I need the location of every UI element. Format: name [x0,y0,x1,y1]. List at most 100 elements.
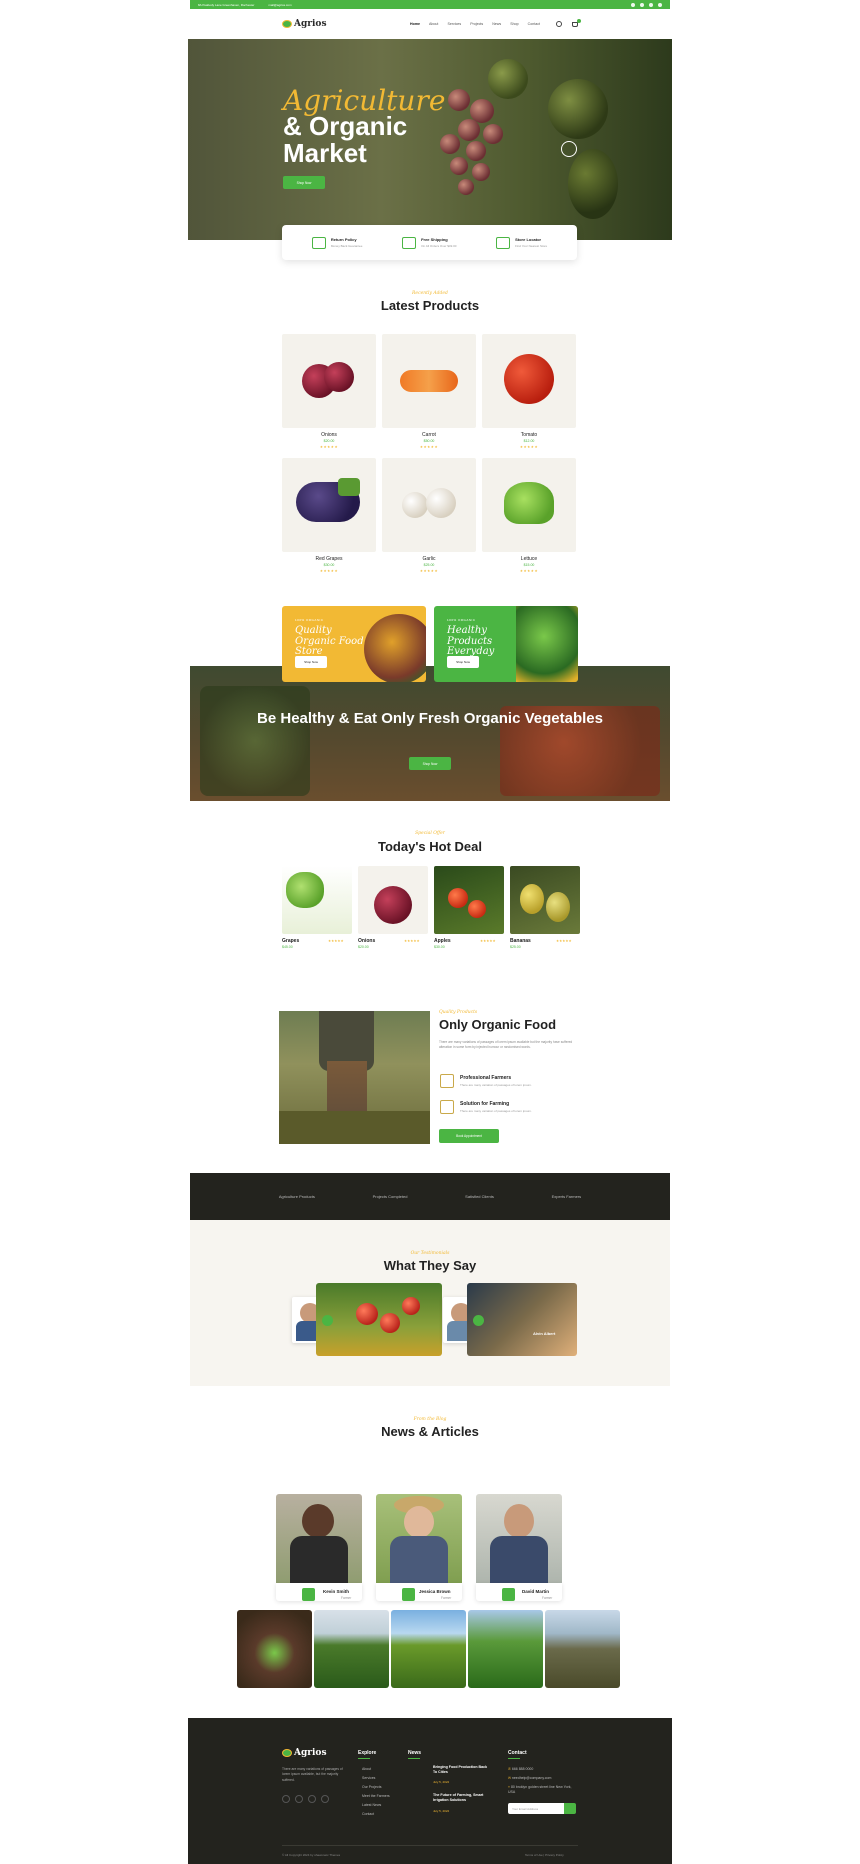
product-name[interactable]: Tomato [482,432,576,438]
instagram-icon[interactable] [321,1795,329,1803]
product-card-onions[interactable] [282,334,376,428]
footer-link[interactable]: Contact [362,1812,374,1816]
email-text[interactable]: needhelp@company.com [512,1776,551,1780]
search-icon[interactable] [556,21,562,27]
play-video-icon[interactable] [561,141,577,157]
banner-shop-button[interactable]: Shop Now [409,757,451,770]
footer-divider-line [282,1845,578,1846]
promo-card-healthy-products[interactable]: 100% ORGANIC Healthy Products Everyday S… [434,606,578,682]
nav-services[interactable]: Services [447,22,461,26]
product-card-carrot[interactable] [382,334,476,428]
brand-logo[interactable]: Agrios [282,19,327,29]
footer-news-link[interactable]: The Future of Farming, Smart Irrigation … [433,1793,488,1803]
gallery-image-seedling[interactable] [237,1610,312,1688]
footer-link[interactable]: Latest News [362,1803,381,1807]
features-bar: Return Policy Money Back Guarantee Free S… [282,225,577,260]
product-card-tomato[interactable] [482,334,576,428]
deal-price: $20.00 [358,945,369,949]
gallery-image-plowed-field[interactable] [545,1610,620,1688]
brand-name: Agrios [294,19,327,29]
newsletter-input[interactable]: Your Email Address [508,1803,564,1814]
nav-home[interactable]: Home [410,22,420,26]
footer-link[interactable]: Services [362,1776,375,1780]
address-text: 8A Peabody Lane Greenhaven, Rochester [198,2,255,7]
share-icon[interactable] [502,1588,515,1601]
nav-about[interactable]: About [429,22,438,26]
nav-news[interactable]: News [492,22,501,26]
team-member-name[interactable]: Jessica Brown [419,1589,451,1594]
product-name[interactable]: Onions [282,432,376,438]
copyright-text: © All Copyright 2024 by shawonetc Themes [282,1853,341,1857]
twitter-icon[interactable] [631,2,635,7]
footer-news-link[interactable]: Bringing Food Production Back To Cities [433,1765,488,1775]
product-card-garlic[interactable] [382,458,476,552]
product-name[interactable]: Garlic [382,556,476,562]
gallery-image-crops[interactable] [468,1610,543,1688]
hero-grapes-image [428,39,628,240]
promo-shop-button[interactable]: Shop Now [295,656,327,668]
deal-card-grapes[interactable] [282,866,352,934]
deal-name[interactable]: Grapes [282,938,299,944]
deal-name[interactable]: Onions [358,938,375,944]
team-photo [476,1494,562,1596]
team-member-role: Farmer [542,1596,553,1600]
farmer-icon [440,1074,454,1088]
footer-news-date: July 5, 2022 [433,1809,450,1813]
facebook-icon[interactable] [295,1795,303,1803]
share-icon[interactable] [402,1588,415,1601]
footer-news-title: News [408,1750,422,1756]
deal-card-bananas[interactable] [510,866,580,934]
email-link[interactable]: mail@agrios.com [268,3,291,7]
cart-icon[interactable] [572,18,581,27]
team-member-name[interactable]: David Martin [522,1589,549,1594]
nav-menu: Home About Services Projects News Shop C… [410,22,540,26]
promo-shop-button[interactable]: Shop Now [447,656,479,668]
product-rating: ★★★★★ [319,445,339,449]
team-member-name[interactable]: Kevin Smith [323,1589,349,1594]
product-card-red-grapes[interactable] [282,458,376,552]
deal-card-onions[interactable] [358,866,428,934]
pinterest-icon[interactable] [649,2,653,7]
footer-address: ⌖ 80 broklyn golden street line New York… [508,1785,578,1796]
about-item-title: Professional Farmers [460,1075,512,1081]
twitter-icon[interactable] [282,1795,290,1803]
product-price: $25.00 [423,563,435,567]
map-pin-icon [496,236,511,249]
product-name[interactable]: Red Grapes [282,556,376,562]
book-appointment-button[interactable]: Book Appointment [439,1129,499,1143]
news-title: News & Articles [381,1424,479,1439]
gallery-image-green-field[interactable] [391,1610,466,1688]
nav-shop[interactable]: Shop [510,22,518,26]
phone-text[interactable]: 666 888 0000 [512,1767,533,1771]
hero-shop-button[interactable]: Shop Now [283,176,325,189]
instagram-icon[interactable] [658,2,662,7]
nav-projects[interactable]: Projects [470,22,483,26]
product-name[interactable]: Carrot [382,432,476,438]
footer-link[interactable]: About [362,1767,371,1771]
product-price: $15.00 [523,563,535,567]
about-item-farmers: Professional Farmers There are many varia… [440,1074,532,1088]
nav-contact[interactable]: Contact [528,22,540,26]
share-icon[interactable] [302,1588,315,1601]
product-rating: ★★★★★ [519,569,539,573]
product-card-lettuce[interactable] [482,458,576,552]
gallery-image-field-rows[interactable] [314,1610,389,1688]
product-name[interactable]: Lettuce [482,556,576,562]
counter-label: Projects Completed [372,1194,408,1199]
pinterest-icon[interactable] [308,1795,316,1803]
products-kicker: Recently Added [412,291,448,296]
deal-name[interactable]: Bananas [510,938,531,944]
deal-card-apples[interactable] [434,866,504,934]
deal-name[interactable]: Apples [434,938,451,944]
deal-rating: ★★★★★ [480,939,496,943]
footer-logo[interactable]: Agrios [282,1748,327,1758]
deal-price: $45.00 [282,945,293,949]
footer-link[interactable]: Meet the Farmers [362,1794,390,1798]
footer-news-date: July 5, 2022 [433,1780,450,1784]
logo-leaf-icon [282,20,292,28]
newsletter-submit-button[interactable] [564,1803,576,1814]
footer-legal-links[interactable]: Terms of Use | Privacy Policy [525,1853,564,1857]
promo-card-organic-store[interactable]: 100% ORGANIC Quality Organic Food Store … [282,606,426,682]
footer-link[interactable]: Our Projects [362,1785,381,1789]
facebook-icon[interactable] [640,2,644,7]
